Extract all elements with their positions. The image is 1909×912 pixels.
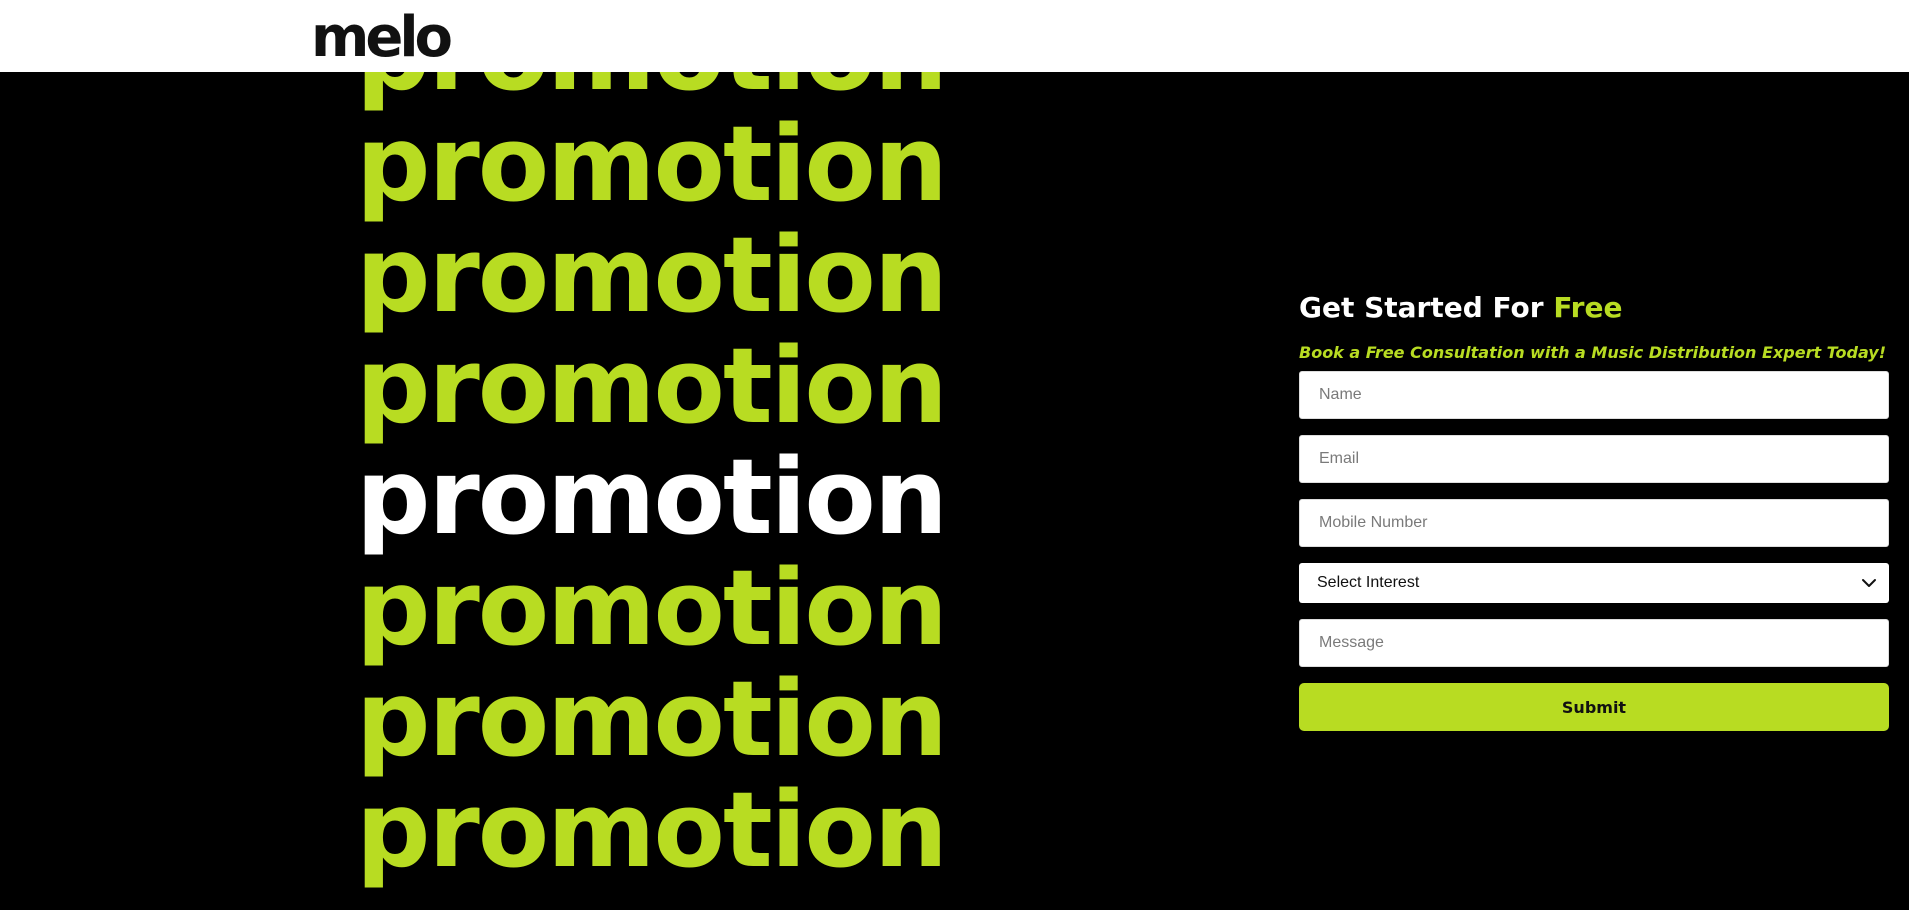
form-title: Get Started For Free — [1299, 288, 1889, 328]
message-input[interactable] — [1299, 619, 1889, 667]
promotion-word: promotion — [356, 769, 948, 891]
promotion-word-stack: promotion promotion promotion promotion … — [356, 72, 948, 891]
promotion-word: promotion — [356, 214, 948, 336]
name-input[interactable] — [1299, 371, 1889, 419]
interest-select[interactable]: Select Interest — [1299, 563, 1889, 603]
promotion-word: promotion — [356, 547, 948, 669]
form-title-accent: Free — [1553, 291, 1623, 324]
email-input[interactable] — [1299, 435, 1889, 483]
melo-logo[interactable]: melo — [311, 2, 453, 74]
interest-select-value: Select Interest — [1317, 574, 1420, 591]
promotion-word: promotion — [356, 658, 948, 780]
hero-section: promotion promotion promotion promotion … — [0, 72, 1909, 910]
promotion-word: promotion — [356, 325, 948, 447]
consultation-form: Get Started For Free Book a Free Consult… — [1299, 288, 1889, 731]
chevron-down-icon — [1862, 579, 1876, 587]
form-title-prefix: Get Started For — [1299, 291, 1554, 324]
form-subtitle: Book a Free Consultation with a Music Di… — [1299, 343, 1886, 362]
promotion-word-highlighted: promotion — [356, 436, 948, 558]
site-header: melo — [0, 0, 1909, 72]
promotion-word: promotion — [356, 103, 948, 225]
submit-button[interactable]: Submit — [1299, 683, 1889, 731]
mobile-number-input[interactable] — [1299, 499, 1889, 547]
